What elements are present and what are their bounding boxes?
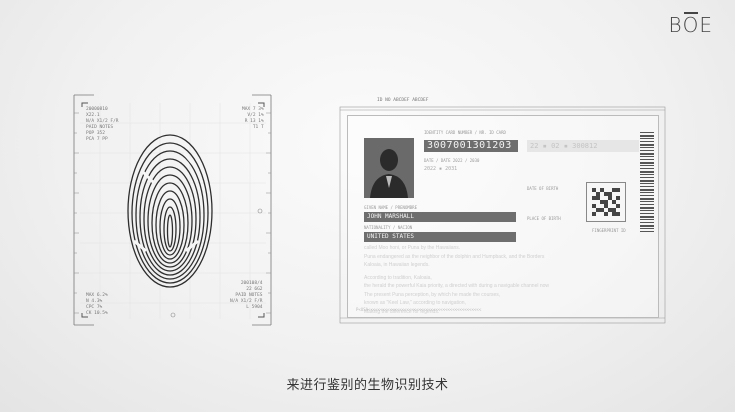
- id-number: 3007001301203: [427, 140, 512, 151]
- id-number-label: IDENTITY CARD NUMBER / NR. ID CARD: [424, 130, 506, 135]
- fingerprint-id-label: FINGERPRINT ID: [592, 228, 626, 233]
- fp-top-right-readout: MAX 7 3% V/2 1% R 13 1% T1 T: [242, 107, 264, 131]
- name-bar: JOHN MARSHALL: [364, 212, 516, 222]
- fingerprint-scanner-panel: 20000810 X22.1 N/A X1/2 F/R PAID NOTES P…: [70, 93, 276, 327]
- fp-bottom-right-readout: 200108/4 22 6G2 PAID NOTES N/A X1/2 F/R …: [230, 281, 263, 311]
- birth-date-label: DATE OF BIRTH: [527, 186, 559, 191]
- date-label: DATE / DATE 2022 / 2030: [424, 158, 480, 163]
- right-header-bar: 22 ▪ 02 ▪ 300812: [527, 140, 639, 152]
- body-line: The present Puna perception, by which he…: [364, 291, 501, 298]
- id-card-scan: ID NO ABCDEF ABCDEF IDENTITY CARD NUMBER…: [339, 98, 666, 324]
- body-line: the herald the powerful Kaia priority, a…: [364, 283, 550, 289]
- birth-place-label: PLACE OF BIRTH: [527, 216, 561, 221]
- readout-line: L 5904: [246, 305, 263, 310]
- body-line: According to tradition, Kaloaia,: [364, 274, 432, 281]
- readout-line: T1 T: [252, 125, 264, 130]
- holder-name: JOHN MARSHALL: [367, 213, 414, 220]
- boe-logo: BOE: [668, 12, 714, 37]
- body-line: called Moo honi, or Puna by the Hawaiian…: [364, 245, 461, 251]
- logo-letter-b: B: [668, 13, 683, 37]
- fp-top-left-readout: 20000810 X22.1 N/A X1/2 F/R PAID NOTES P…: [86, 107, 119, 143]
- fingerprint-icon: [127, 134, 213, 288]
- qr-code: [586, 182, 626, 222]
- portrait-photo: [364, 138, 414, 198]
- caption: 来进行鉴别的生物识别技术: [286, 378, 449, 393]
- readout-line: CK 10.5%: [86, 311, 108, 316]
- fp-bottom-left-readout: MAX 6.2% N 4.3% CPC 7% CK 10.5%: [86, 293, 108, 317]
- nationality-bar: UNITED STATES: [364, 232, 516, 242]
- id-number-bar: 3007001301203: [424, 140, 518, 152]
- qr-code-icon: [592, 188, 620, 216]
- nationality-label: NATIONALITY / NACION: [364, 225, 413, 230]
- holder-nationality: UNITED STATES: [367, 233, 414, 240]
- logo-letter-o: O: [682, 12, 700, 37]
- barcode: [640, 132, 654, 232]
- id-card-body: IDENTITY CARD NUMBER / NR. ID CARD 30070…: [347, 115, 659, 318]
- card-top-note: ID NO ABCDEF ABCDEF: [377, 98, 429, 103]
- name-label: GIVEN NAME / PRENOMBRE: [364, 205, 417, 210]
- person-icon: [370, 149, 408, 198]
- right-header-text: 22 ▪ 02 ▪ 300812: [530, 142, 598, 150]
- body-line: Puna endangered as the neighbor of the d…: [364, 253, 545, 260]
- mrz-line: P<USA<<<<<<<<<<<<<<<<<<<<<<<<<<<<<<<<<<<…: [356, 307, 482, 312]
- readout-line: PCA 7 PP: [86, 137, 108, 142]
- logo-letter-e: E: [699, 13, 713, 37]
- date-value: 2022 ▪ 2031: [424, 166, 458, 172]
- body-line: Kaloaia, in Hawaiian legends.: [364, 262, 430, 268]
